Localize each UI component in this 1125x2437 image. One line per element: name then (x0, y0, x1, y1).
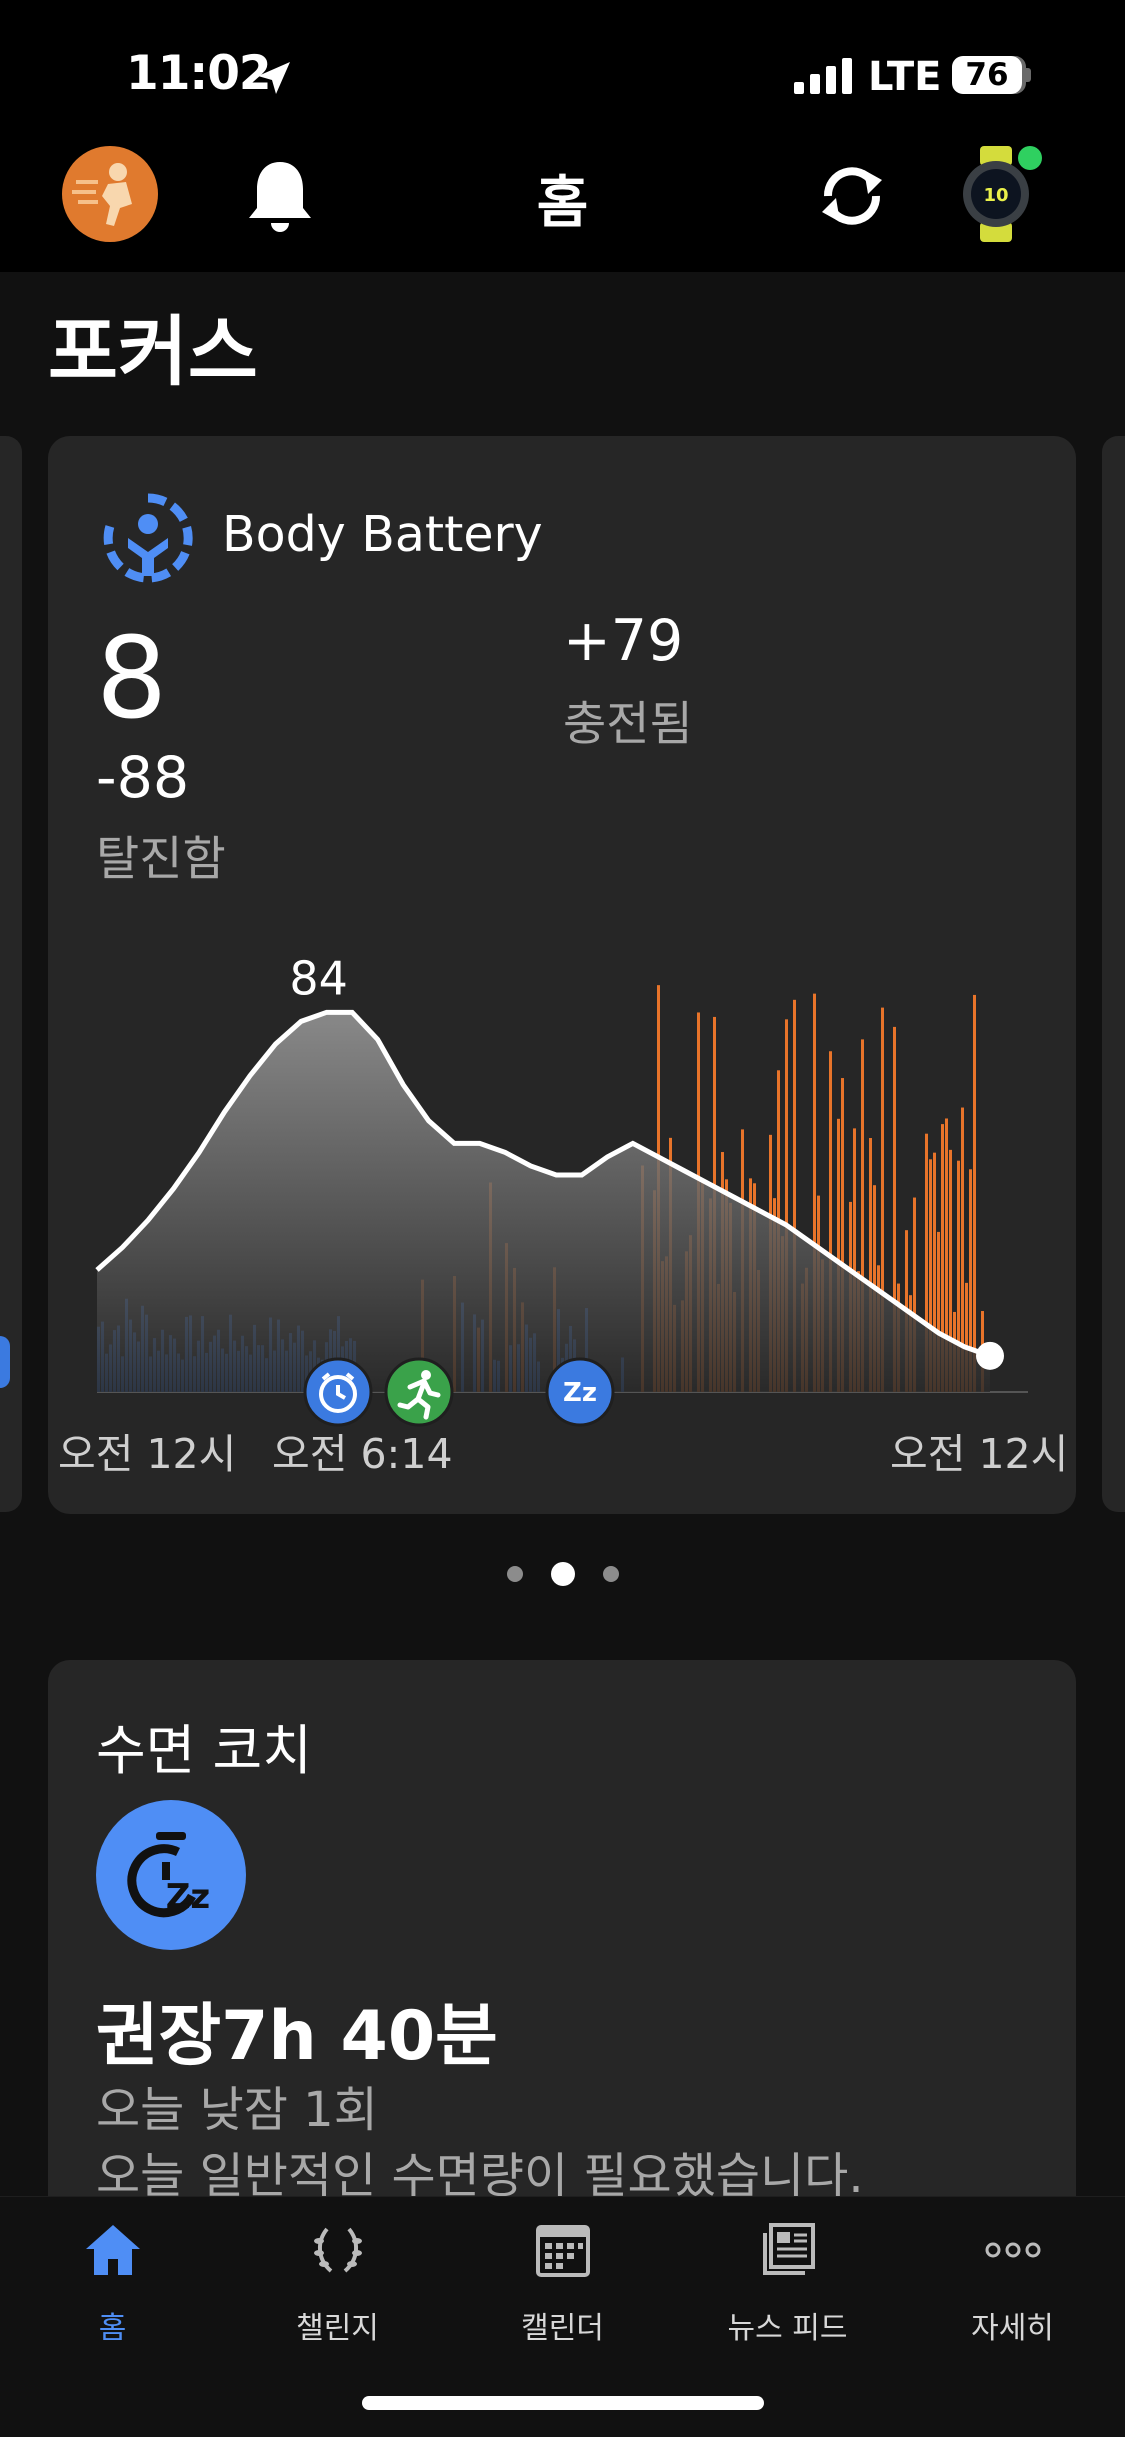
tab-home[interactable]: 홈 (0, 2197, 225, 2347)
sleep-coach-icon: Zz (96, 1800, 246, 1950)
peak-label: 84 (289, 951, 348, 1005)
pager-dot-active[interactable] (550, 1562, 575, 1586)
news-icon (763, 2223, 815, 2275)
home-icon (86, 2225, 140, 2275)
current-value-marker (976, 1341, 1004, 1370)
tab-challenges[interactable]: 챌린지 (225, 2197, 450, 2347)
calendar-icon (536, 2225, 590, 2277)
home-indicator[interactable] (362, 2396, 764, 2410)
axis-start-label: 오전 12시 (58, 1430, 237, 1478)
svg-text:Zz: Zz (563, 1378, 597, 1408)
stress-bar (973, 994, 976, 1392)
tab-label: 캘린더 (521, 2311, 604, 2346)
activity-run-icon (384, 1357, 454, 1427)
body-battery-chart: 84 (95, 951, 1028, 1393)
sleep-recommendation: 권장7h 40분 (96, 1997, 498, 2076)
more-icon (985, 2242, 1041, 2258)
sleep-coach-title: 수면 코치 (96, 1719, 312, 1782)
tab-label: 뉴스 피드 (727, 2311, 848, 2346)
body-battery-area (97, 1012, 990, 1392)
tab-more[interactable]: 자세히 (900, 2197, 1125, 2347)
tab-news-feed[interactable]: 뉴스 피드 (675, 2197, 900, 2347)
pager-dot[interactable] (602, 1566, 619, 1582)
nap-count: 오늘 낮잠 1회 (96, 2082, 378, 2138)
sleep-icon: Zz (545, 1357, 615, 1427)
laurel-icon (314, 2227, 362, 2273)
carousel-pager[interactable] (0, 1562, 1125, 1586)
tab-calendar[interactable]: 캘린더 (450, 2197, 675, 2347)
tab-label: 홈 (98, 2311, 127, 2346)
pager-dot[interactable] (506, 1566, 523, 1582)
tab-label: 자세히 (971, 2311, 1054, 2346)
svg-text:Zz: Zz (166, 1877, 210, 1917)
tab-label: 챌린지 (296, 2311, 379, 2346)
wake-time-label: 오전 6:14 (272, 1430, 453, 1478)
stopwatch-sleep-icon: Zz (127, 1832, 210, 1918)
wake-clock-icon (303, 1357, 373, 1427)
axis-end-label: 오전 12시 (890, 1430, 1069, 1478)
